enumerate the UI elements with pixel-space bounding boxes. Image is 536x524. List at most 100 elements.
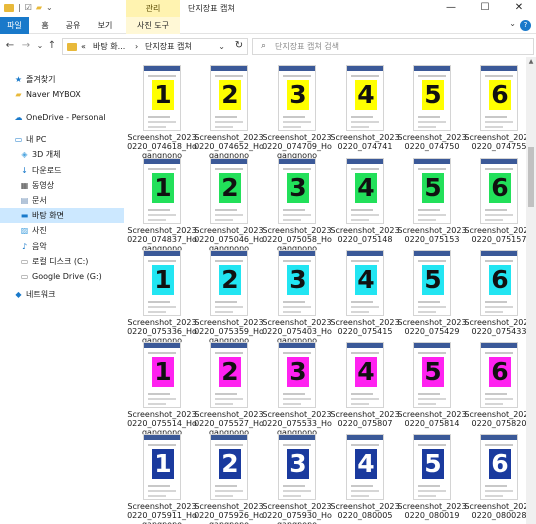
maximize-button[interactable]: ☐ <box>468 0 502 17</box>
file-tile[interactable]: 2 Screenshot_20230220_074652_Hogangnono <box>194 65 264 160</box>
file-thumbnail[interactable]: 3 <box>278 65 316 131</box>
folder-small-icon[interactable]: ▰ <box>36 3 42 13</box>
file-tile[interactable]: 4 Screenshot_20230220_075415 <box>330 250 400 345</box>
file-tile[interactable]: 3 Screenshot_20230220_075058_Hogangnono <box>262 158 332 253</box>
file-tile[interactable]: 4 Screenshot_20230220_074741 <box>330 65 400 160</box>
tab-file[interactable]: 파일 <box>0 17 29 34</box>
sidebar-item[interactable]: ▭ 내 PC <box>0 132 124 147</box>
file-thumbnail[interactable]: 3 <box>278 342 316 408</box>
back-button[interactable]: ← <box>4 39 16 53</box>
file-thumbnail[interactable]: 6 <box>480 434 518 500</box>
tab-picture-tools[interactable]: 사진 도구 <box>126 17 180 34</box>
tab-view[interactable]: 보기 <box>92 17 118 34</box>
address-dropdown-icon[interactable]: ⌄ <box>218 39 225 54</box>
file-thumbnail[interactable]: 6 <box>480 65 518 131</box>
file-tile[interactable]: 4 Screenshot_20230220_075148 <box>330 158 400 253</box>
breadcrumb-current-folder[interactable]: 단지장표 캡쳐 <box>145 39 192 54</box>
sidebar-item[interactable]: ☁ OneDrive - Personal <box>0 110 124 125</box>
address-bar[interactable]: « 바탕 화... › 단지장표 캡쳐 ⌄ <box>62 38 248 55</box>
sidebar-item[interactable]: ▰ Naver MYBOX <box>0 87 124 102</box>
file-tile[interactable]: 1 Screenshot_20230220_074837_Hogangnono <box>127 158 197 253</box>
file-thumbnail[interactable]: 2 <box>210 65 248 131</box>
file-tile[interactable]: 5 Screenshot_20230220_075814 <box>397 342 467 437</box>
file-tile[interactable]: 1 Screenshot_20230220_074618_Hogangnono <box>127 65 197 160</box>
file-thumbnail[interactable]: 3 <box>278 434 316 500</box>
tab-manage[interactable]: 관리 <box>126 0 180 17</box>
sidebar-item[interactable]: ▭ Google Drive (G:) <box>0 269 124 284</box>
forward-button[interactable]: → <box>20 39 32 53</box>
tab-home[interactable]: 홈 <box>36 17 54 34</box>
close-button[interactable]: ✕ <box>502 0 536 17</box>
file-thumbnail[interactable]: 1 <box>143 250 181 316</box>
scrollbar-thumb[interactable] <box>528 147 534 207</box>
file-tile[interactable]: 5 Screenshot_20230220_080019 <box>397 434 467 524</box>
file-thumbnail[interactable]: 1 <box>143 65 181 131</box>
file-thumbnail[interactable]: 2 <box>210 158 248 224</box>
file-tile[interactable]: 4 Screenshot_20230220_080005 <box>330 434 400 524</box>
file-tile[interactable]: 6 Screenshot_20230220_074755 <box>464 65 526 160</box>
file-tile[interactable]: 3 Screenshot_20230220_075403_Hogangnono <box>262 250 332 345</box>
file-thumbnail[interactable]: 4 <box>346 342 384 408</box>
file-tile[interactable]: 1 Screenshot_20230220_075336_Hogangnono <box>127 250 197 345</box>
sidebar-item[interactable]: ▨ 사진 <box>0 223 124 238</box>
scroll-up-icon[interactable]: ▲ <box>526 57 536 67</box>
file-tile[interactable]: 3 Screenshot_20230220_075930_Hogangnono <box>262 434 332 524</box>
file-thumbnail[interactable]: 4 <box>346 250 384 316</box>
up-button[interactable]: ↑ <box>46 39 58 53</box>
file-tile[interactable]: 6 Screenshot_20230220_075433 <box>464 250 526 345</box>
file-tile[interactable]: 4 Screenshot_20230220_075807 <box>330 342 400 437</box>
file-thumbnail[interactable]: 5 <box>413 434 451 500</box>
file-thumbnail[interactable]: 1 <box>143 342 181 408</box>
sidebar-item[interactable]: ◈ 3D 개체 <box>0 147 124 162</box>
file-thumbnail[interactable]: 5 <box>413 250 451 316</box>
file-thumbnail[interactable]: 6 <box>480 250 518 316</box>
sidebar-item[interactable]: ▤ 문서 <box>0 193 124 208</box>
file-tile[interactable]: 5 Screenshot_20230220_074750 <box>397 65 467 160</box>
file-tile[interactable]: 1 Screenshot_20230220_075514_Hogangnono <box>127 342 197 437</box>
chevron-down-icon[interactable]: ⌄ <box>46 3 53 13</box>
file-tile[interactable]: 2 Screenshot_20230220_075046_Hogangnono <box>194 158 264 253</box>
checkbox-icon[interactable]: ☑ <box>25 3 32 13</box>
tab-share[interactable]: 공유 <box>60 17 86 34</box>
file-thumbnail[interactable]: 5 <box>413 158 451 224</box>
sidebar-item[interactable]: ♪ 음악 <box>0 239 124 254</box>
file-thumbnail[interactable]: 3 <box>278 250 316 316</box>
file-tile[interactable]: 2 Screenshot_20230220_075359_Hogangnono <box>194 250 264 345</box>
file-tile[interactable]: 2 Screenshot_20230220_075527_Hogangnono <box>194 342 264 437</box>
file-thumbnail[interactable]: 3 <box>278 158 316 224</box>
file-tile[interactable]: 6 Screenshot_20230220_075157 <box>464 158 526 253</box>
vertical-scrollbar[interactable]: ▲ <box>526 57 536 524</box>
file-tile[interactable]: 2 Screenshot_20230220_075926_Hogangnono <box>194 434 264 524</box>
file-tile[interactable]: 6 Screenshot_20230220_075820 <box>464 342 526 437</box>
help-icon[interactable]: ? <box>520 20 531 31</box>
file-thumbnail[interactable]: 4 <box>346 434 384 500</box>
search-box[interactable]: ⌕ <box>252 38 534 55</box>
file-thumbnail[interactable]: 5 <box>413 65 451 131</box>
file-tile[interactable]: 5 Screenshot_20230220_075153 <box>397 158 467 253</box>
file-tile[interactable]: 1 Screenshot_20230220_075911_Hogangnono <box>127 434 197 524</box>
overflow-crumb[interactable]: « <box>81 39 86 54</box>
file-thumbnail[interactable]: 2 <box>210 250 248 316</box>
file-thumbnail[interactable]: 2 <box>210 434 248 500</box>
expand-ribbon-icon[interactable]: ⌄ <box>509 19 516 28</box>
file-thumbnail[interactable]: 1 <box>143 158 181 224</box>
sidebar-item[interactable]: ↓ 다운로드 <box>0 163 124 178</box>
sidebar-item[interactable]: ▦ 동영상 <box>0 178 124 193</box>
file-thumbnail[interactable]: 4 <box>346 65 384 131</box>
file-thumbnail[interactable]: 4 <box>346 158 384 224</box>
refresh-button[interactable]: ↻ <box>230 38 248 55</box>
file-tile[interactable]: 3 Screenshot_20230220_075533_Hogangnono <box>262 342 332 437</box>
breadcrumb-desktop[interactable]: 바탕 화... <box>93 39 125 54</box>
sidebar-item[interactable]: ★ 즐겨찾기 <box>0 72 124 87</box>
file-thumbnail[interactable]: 1 <box>143 434 181 500</box>
file-tile[interactable]: 6 Screenshot_20230220_080028 <box>464 434 526 524</box>
file-thumbnail[interactable]: 6 <box>480 158 518 224</box>
minimize-button[interactable]: — <box>434 0 468 17</box>
file-thumbnail[interactable]: 5 <box>413 342 451 408</box>
file-tile[interactable]: 5 Screenshot_20230220_075429 <box>397 250 467 345</box>
file-tile[interactable]: 3 Screenshot_20230220_074709_Hogangnono <box>262 65 332 160</box>
sidebar-item[interactable]: ◆ 네트워크 <box>0 287 124 302</box>
file-thumbnail[interactable]: 2 <box>210 342 248 408</box>
file-thumbnail[interactable]: 6 <box>480 342 518 408</box>
sidebar-item[interactable]: ▭ 로컬 디스크 (C:) <box>0 254 124 269</box>
